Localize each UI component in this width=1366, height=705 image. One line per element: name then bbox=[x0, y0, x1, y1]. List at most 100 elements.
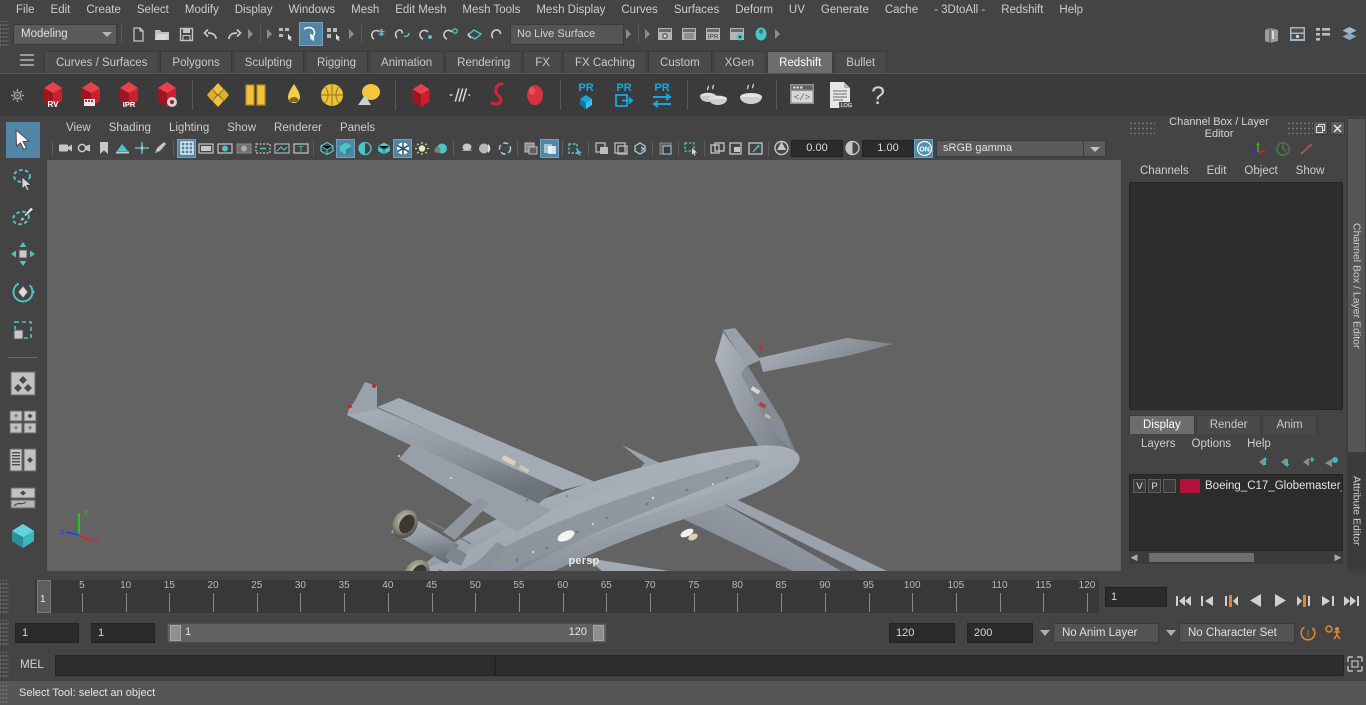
new-scene-icon[interactable] bbox=[126, 22, 150, 46]
move-layer-down-icon[interactable] bbox=[1280, 456, 1295, 471]
redo-icon[interactable] bbox=[222, 22, 246, 46]
anim-layer-dropdown-button[interactable] bbox=[1037, 623, 1053, 643]
snap-to-curve-icon[interactable] bbox=[390, 22, 414, 46]
step-back-frame-icon[interactable] bbox=[1197, 590, 1218, 611]
shelf-tab-animation[interactable]: Animation bbox=[369, 51, 445, 73]
redshift-bake-all-icon[interactable] bbox=[732, 76, 770, 114]
render-view-icon[interactable] bbox=[653, 22, 677, 46]
time-slider-grip[interactable] bbox=[0, 580, 9, 613]
layer-tab-display[interactable]: Display bbox=[1129, 415, 1195, 434]
menu-item-display[interactable]: Display bbox=[227, 0, 281, 20]
panel-grip[interactable] bbox=[1129, 121, 1155, 135]
menu-set-selector[interactable]: Modeling bbox=[13, 23, 117, 45]
grease-pencil-icon[interactable] bbox=[151, 139, 170, 158]
animation-preferences-icon[interactable] bbox=[1321, 624, 1347, 642]
wireframe-icon[interactable] bbox=[317, 139, 336, 158]
sidebar-toggle-icon[interactable] bbox=[1258, 21, 1284, 47]
new-layer-icon[interactable] bbox=[1302, 456, 1317, 471]
shelf-tab-polygons[interactable]: Polygons bbox=[160, 51, 232, 73]
film-origin-icon[interactable] bbox=[253, 139, 272, 158]
menu-item-cache[interactable]: Cache bbox=[877, 0, 926, 20]
step-back-key-icon[interactable] bbox=[1221, 590, 1242, 611]
layer-menu-layers[interactable]: Layers bbox=[1133, 438, 1184, 450]
channel-box-list[interactable] bbox=[1129, 182, 1343, 410]
xray-joints-icon[interactable] bbox=[566, 139, 585, 158]
depth-of-field-icon[interactable] bbox=[495, 139, 514, 158]
menu-item-mesh-display[interactable]: Mesh Display bbox=[528, 0, 613, 20]
select-region-icon[interactable] bbox=[682, 139, 701, 158]
redshift-rv-icon[interactable]: RV bbox=[34, 76, 72, 114]
menu-item-surfaces[interactable]: Surfaces bbox=[666, 0, 727, 20]
collapse-snap-arrow[interactable] bbox=[624, 23, 634, 45]
current-frame-field[interactable]: 1 bbox=[1105, 587, 1167, 607]
speed-icon[interactable] bbox=[1271, 137, 1295, 161]
select-by-object-icon[interactable] bbox=[299, 22, 323, 46]
menu-item-edit-mesh[interactable]: Edit Mesh bbox=[387, 0, 454, 20]
shade-wireframe-icon[interactable] bbox=[355, 139, 374, 158]
redshift-material-icon[interactable] bbox=[199, 76, 237, 114]
viewport-menu-lighting[interactable]: Lighting bbox=[160, 122, 218, 134]
textured-icon[interactable] bbox=[374, 139, 393, 158]
script-editor-icon[interactable]: </> bbox=[783, 76, 821, 114]
paint-select-tool[interactable] bbox=[6, 198, 40, 234]
image-plane-icon[interactable] bbox=[113, 139, 132, 158]
character-set-select[interactable]: No Character Set bbox=[1179, 623, 1295, 643]
undock-icon[interactable] bbox=[1313, 121, 1328, 135]
menu-item-curves[interactable]: Curves bbox=[613, 0, 665, 20]
menu-item-select[interactable]: Select bbox=[129, 0, 177, 20]
go-to-start-icon[interactable] bbox=[1173, 590, 1194, 611]
shelf-tab-xgen[interactable]: XGen bbox=[712, 51, 767, 73]
screen-space-ao-icon[interactable] bbox=[431, 139, 450, 158]
isolate-select-icon[interactable] bbox=[521, 139, 540, 158]
channel-box-menu-channels[interactable]: Channels bbox=[1131, 165, 1198, 177]
safe-title-icon[interactable]: T bbox=[291, 139, 310, 158]
two-d-pan-zoom-icon[interactable] bbox=[132, 139, 151, 158]
time-slider[interactable]: 5 10 15 20 25 30 35 40 45 50 55 60 65 70 75 80 85 90 95 100… bbox=[19, 580, 1099, 615]
command-input[interactable] bbox=[55, 654, 495, 676]
layer-visibility-toggle[interactable]: V bbox=[1133, 478, 1146, 493]
resolution-gate-icon[interactable] bbox=[215, 139, 234, 158]
layer-tab-render[interactable]: Render bbox=[1195, 415, 1262, 434]
redshift-hair-icon[interactable] bbox=[440, 76, 478, 114]
tool-settings-toggle-icon[interactable] bbox=[1310, 21, 1336, 47]
animation-end-time-field[interactable]: 200 bbox=[967, 623, 1033, 643]
redshift-pr-point-cloud-icon[interactable]: PR bbox=[567, 76, 605, 114]
shelf-tab-bullet[interactable]: Bullet bbox=[834, 51, 888, 73]
paste-view-icon[interactable] bbox=[727, 139, 746, 158]
gamma-icon[interactable] bbox=[843, 139, 862, 158]
channel-box-menu-show[interactable]: Show bbox=[1287, 165, 1334, 177]
command-line-grip[interactable] bbox=[0, 652, 9, 678]
layer-playback-toggle[interactable]: P bbox=[1148, 478, 1161, 493]
layer-menu-help[interactable]: Help bbox=[1239, 438, 1279, 450]
playback-end-time-field[interactable]: 120 bbox=[889, 623, 955, 643]
smooth-wireframe-icon[interactable] bbox=[630, 139, 649, 158]
step-forward-frame-icon[interactable] bbox=[1317, 590, 1338, 611]
scrollbar-thumb[interactable] bbox=[1149, 553, 1254, 562]
anim-layer-select[interactable]: No Anim Layer bbox=[1053, 623, 1159, 643]
film-gate-icon[interactable] bbox=[196, 139, 215, 158]
motion-blur-icon[interactable] bbox=[457, 139, 476, 158]
layout-four-view-icon[interactable]: + + + bbox=[6, 404, 40, 440]
snap-to-view-plane-icon[interactable] bbox=[462, 22, 486, 46]
layer-color-swatch[interactable] bbox=[1180, 478, 1200, 493]
menu-item-edit[interactable]: Edit bbox=[43, 0, 79, 20]
move-layer-up-icon[interactable] bbox=[1258, 456, 1273, 471]
snap-to-point-icon[interactable] bbox=[414, 22, 438, 46]
redshift-light-dome-icon[interactable] bbox=[275, 76, 313, 114]
camera-attributes-icon[interactable] bbox=[75, 139, 94, 158]
redshift-settings-icon[interactable] bbox=[148, 76, 186, 114]
menu-item-generate[interactable]: Generate bbox=[813, 0, 877, 20]
snap-to-projected-center-icon[interactable] bbox=[438, 22, 462, 46]
redshift-proxy-icon[interactable] bbox=[402, 76, 440, 114]
manipulator-icon[interactable] bbox=[1247, 137, 1271, 161]
range-slider-grip[interactable] bbox=[0, 620, 9, 646]
redshift-sprite-icon[interactable] bbox=[516, 76, 554, 114]
layer-tab-anim[interactable]: Anim bbox=[1262, 415, 1317, 434]
viewport-menu-show[interactable]: Show bbox=[218, 122, 265, 134]
select-by-component-icon[interactable] bbox=[323, 22, 347, 46]
shelf-tab-fx[interactable]: FX bbox=[523, 51, 562, 73]
step-forward-key-icon[interactable] bbox=[1293, 590, 1314, 611]
grid-toggle-icon[interactable] bbox=[177, 138, 196, 158]
expand-section-arrow[interactable] bbox=[265, 23, 275, 45]
select-by-hierarchy-icon[interactable] bbox=[275, 22, 299, 46]
